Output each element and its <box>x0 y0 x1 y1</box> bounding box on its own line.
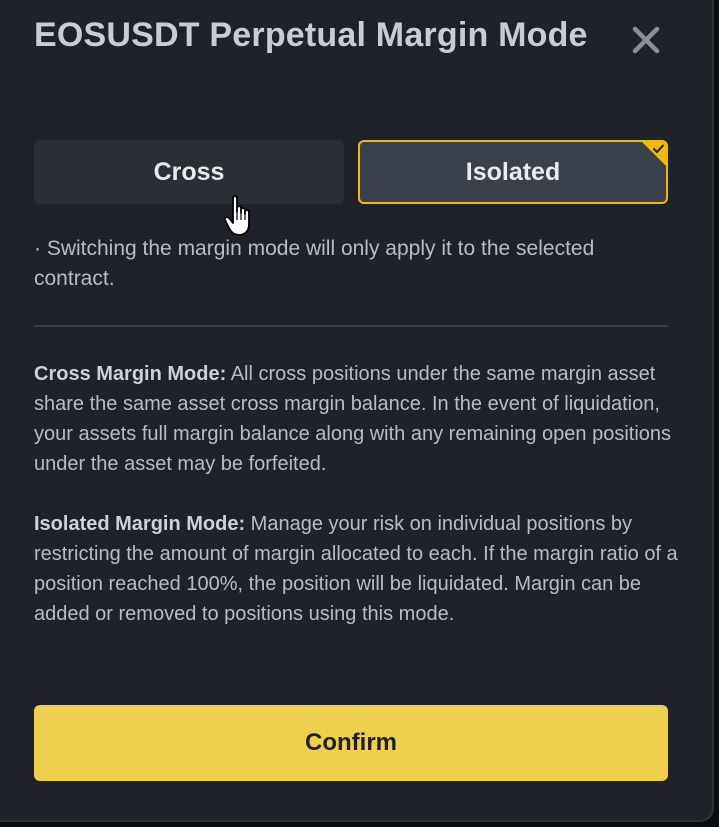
close-button[interactable] <box>630 24 662 56</box>
check-icon <box>642 142 666 166</box>
cross-mode-button[interactable]: Cross <box>34 140 344 204</box>
cross-mode-label: Cross <box>153 157 225 186</box>
isolated-mode-button[interactable]: Isolated <box>358 140 668 204</box>
confirm-label: Confirm <box>305 729 397 756</box>
isolated-mode-heading: Isolated Margin Mode: <box>34 513 246 535</box>
close-icon <box>632 26 660 54</box>
cross-mode-heading: Cross Margin Mode: <box>34 363 227 385</box>
margin-mode-dialog: EOSUSDT Perpetual Margin Mode Cross Isol… <box>0 0 714 822</box>
dialog-title: EOSUSDT Perpetual Margin Mode <box>34 16 588 54</box>
divider <box>34 325 668 327</box>
switch-note: · Switching the margin mode will only ap… <box>34 237 595 290</box>
confirm-button[interactable]: Confirm <box>34 705 668 781</box>
isolated-mode-description: Isolated Margin Mode: Manage your risk o… <box>34 509 682 629</box>
isolated-mode-label: Isolated <box>465 157 561 186</box>
cross-mode-description: Cross Margin Mode: All cross positions u… <box>34 359 682 479</box>
hand-pointer-cursor-icon <box>224 195 250 236</box>
